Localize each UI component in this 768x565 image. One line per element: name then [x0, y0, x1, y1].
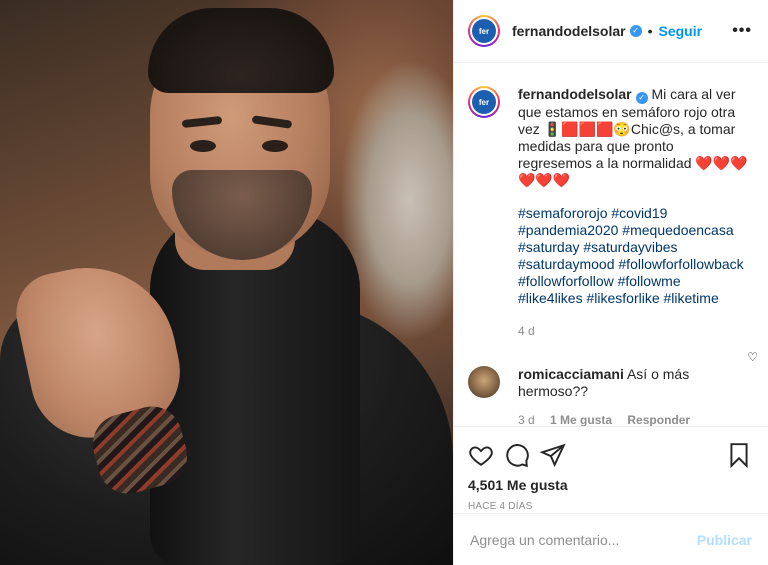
- avatar[interactable]: fer: [468, 15, 500, 47]
- comments-list[interactable]: fer fernandodelsolar ✓ Mi cara al ver que…: [454, 64, 768, 426]
- verified-icon: ✓: [635, 92, 648, 104]
- username-link[interactable]: fernandodelsolar: [512, 23, 626, 39]
- comment-like-icon[interactable]: ♡: [747, 350, 758, 364]
- caption-avatar[interactable]: fer: [468, 86, 500, 118]
- share-icon[interactable]: [540, 442, 566, 468]
- hashtags[interactable]: #semafororojo #covid19 #pandemia2020 #me…: [518, 205, 748, 307]
- comment-age: 3 d: [518, 413, 535, 426]
- more-options-icon[interactable]: •••: [732, 22, 752, 40]
- post-photo[interactable]: [0, 0, 453, 565]
- post-header: fer fernandodelsolar ✓ • Seguir •••: [454, 0, 768, 63]
- bookmark-icon[interactable]: [726, 442, 752, 468]
- caption-username[interactable]: fernandodelsolar: [518, 86, 632, 102]
- caption: fer fernandodelsolar ✓ Mi cara al ver que…: [468, 64, 752, 340]
- caption-age: 4 d: [518, 324, 535, 338]
- follow-button[interactable]: Seguir: [659, 23, 703, 39]
- commenter-avatar[interactable]: [468, 366, 500, 398]
- add-comment-bar: Agrega un comentario... Publicar: [454, 513, 768, 565]
- comment-input[interactable]: Agrega un comentario...: [470, 532, 619, 548]
- comment-item: romicacciamani Así o más hermoso?? 3 d 1…: [468, 366, 752, 426]
- comment-icon[interactable]: [504, 442, 530, 468]
- reply-button[interactable]: Responder: [627, 413, 690, 426]
- action-bar: 4,501 Me gusta HACE 4 DÍAS: [454, 426, 768, 512]
- post-panel: fer fernandodelsolar ✓ • Seguir ••• fer …: [453, 0, 768, 565]
- post-comment-button[interactable]: Publicar: [697, 532, 752, 548]
- likes-count[interactable]: 4,501 Me gusta: [468, 477, 752, 493]
- verified-icon: ✓: [629, 25, 642, 37]
- commenter-username[interactable]: romicacciamani: [518, 366, 624, 382]
- instagram-post: fer fernandodelsolar ✓ • Seguir ••• fer …: [0, 0, 768, 565]
- post-time: HACE 4 DÍAS: [468, 501, 533, 512]
- comment-likes[interactable]: 1 Me gusta: [550, 413, 612, 426]
- heart-icon[interactable]: [468, 442, 494, 468]
